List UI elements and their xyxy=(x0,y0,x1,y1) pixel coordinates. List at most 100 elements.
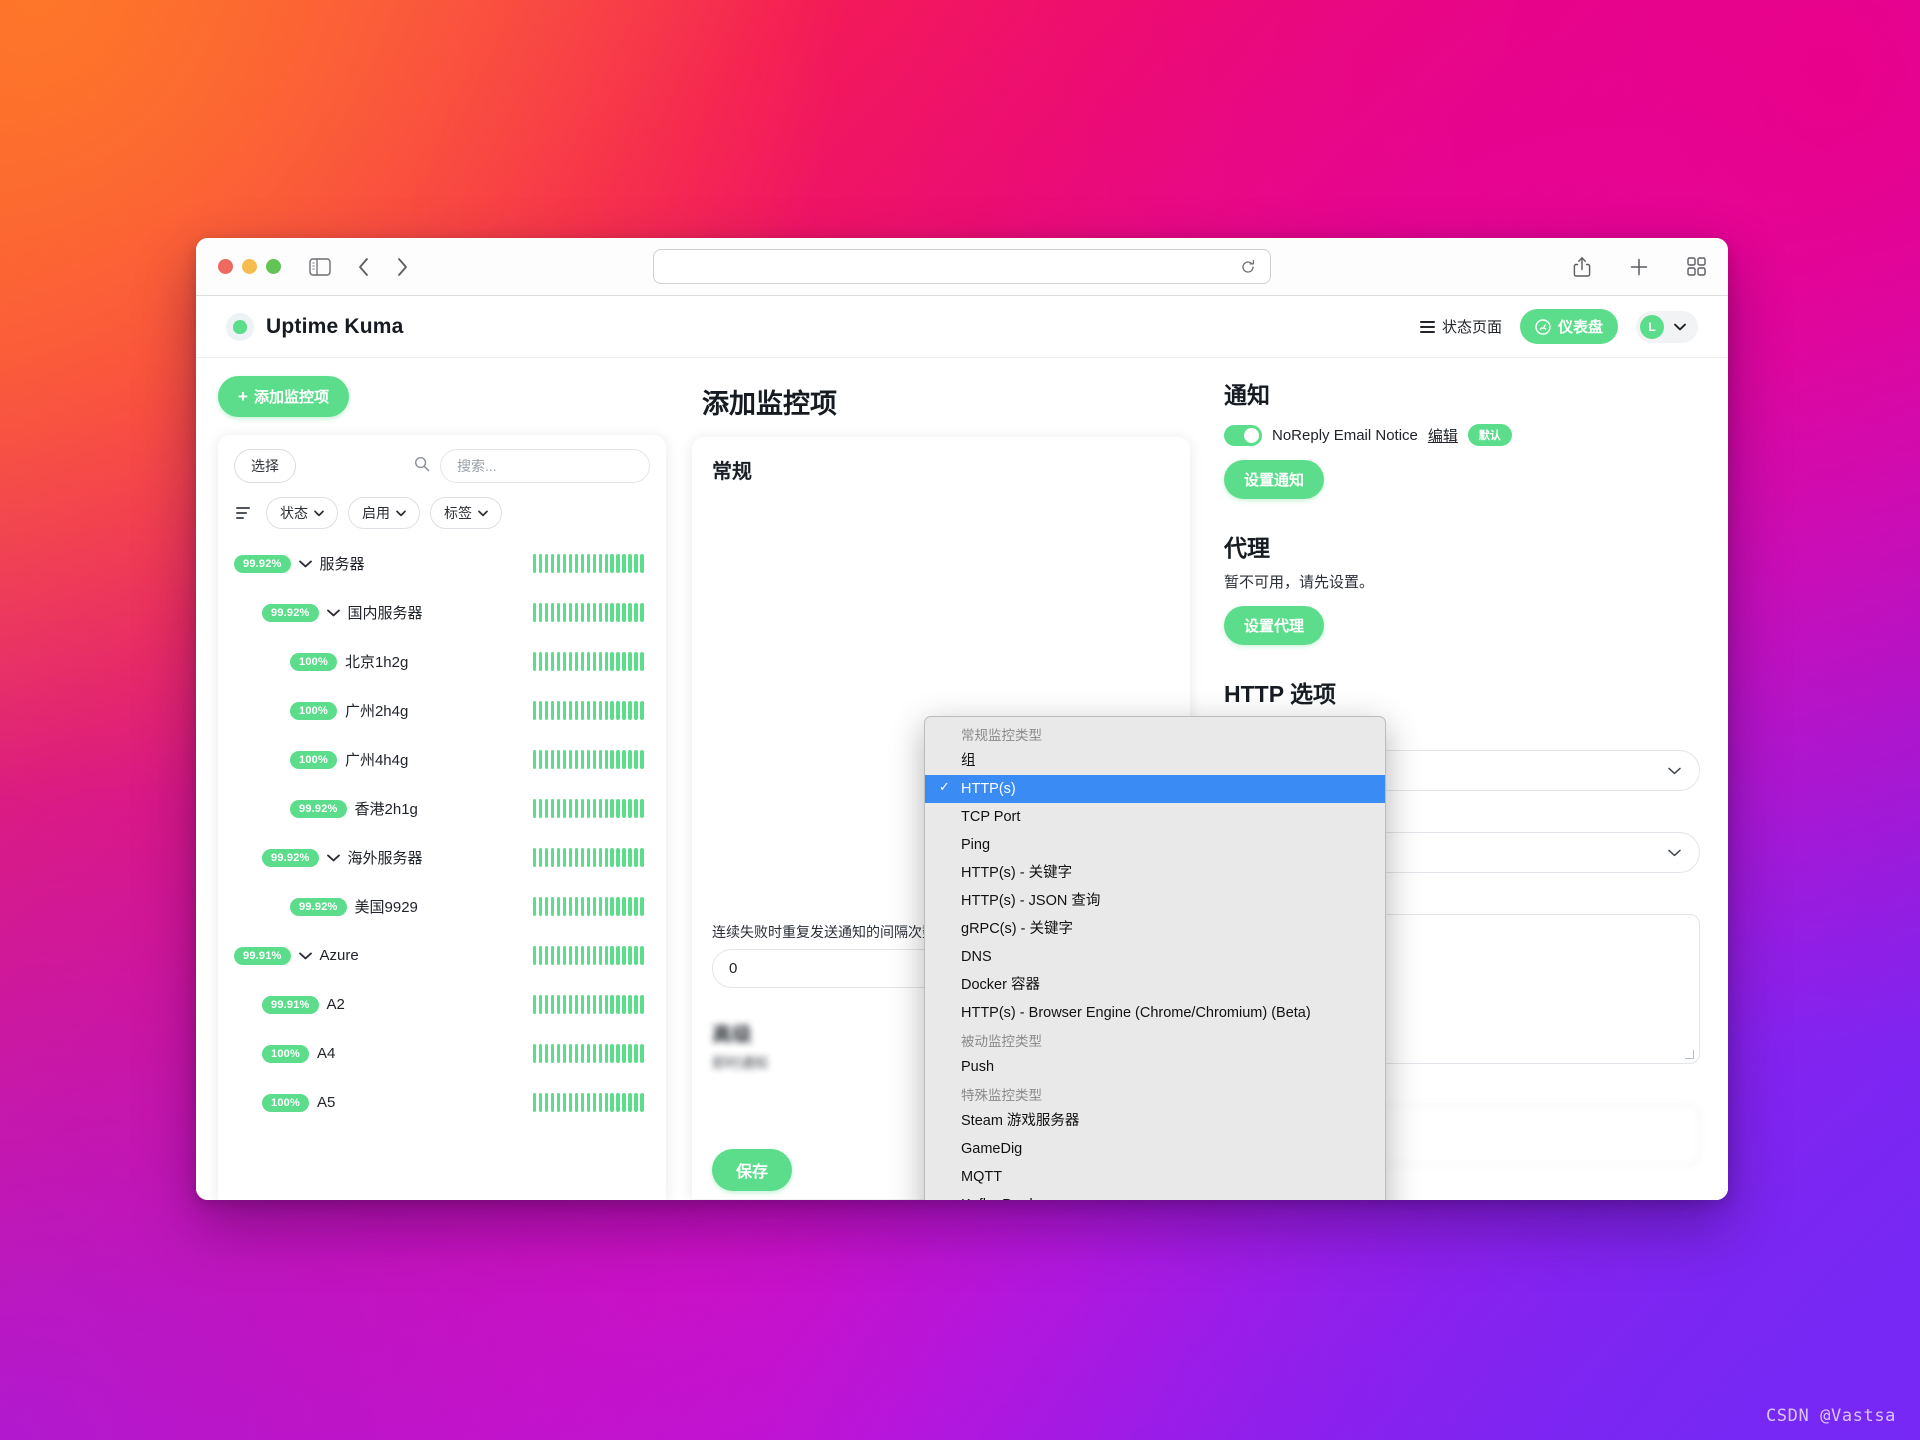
uptime-badge: 99.92% xyxy=(262,849,319,867)
dropdown-option[interactable]: HTTP(s) - Browser Engine (Chrome/Chromiu… xyxy=(925,999,1385,1027)
dropdown-option[interactable]: HTTP(s) - JSON 查询 xyxy=(925,887,1385,915)
monitor-name: Azure xyxy=(320,947,359,964)
share-icon[interactable] xyxy=(1573,256,1591,278)
forward-arrow-icon[interactable] xyxy=(396,257,409,277)
minimize-window-button[interactable] xyxy=(242,259,257,274)
monitor-list-item[interactable]: 99.92%美国9929 xyxy=(234,882,650,931)
dropdown-option[interactable]: Steam 游戏服务器 xyxy=(925,1107,1385,1135)
monitor-name: 海外服务器 xyxy=(348,847,423,868)
heartbeat-bar xyxy=(533,652,644,671)
back-arrow-icon[interactable] xyxy=(357,257,370,277)
save-button[interactable]: 保存 xyxy=(712,1149,792,1191)
chevron-down-icon[interactable] xyxy=(327,605,340,620)
dropdown-option-label: HTTP(s) xyxy=(961,781,1016,797)
dropdown-option-label: Kafka Producer xyxy=(961,1197,1061,1200)
dropdown-option[interactable]: TCP Port xyxy=(925,803,1385,831)
add-monitor-label: 添加监控项 xyxy=(254,386,329,407)
dropdown-option-label: Steam 游戏服务器 xyxy=(961,1113,1079,1129)
proxy-title: 代理 xyxy=(1224,529,1700,563)
monitor-list-item[interactable]: 100%A5 xyxy=(234,1078,650,1127)
monitor-name: 美国9929 xyxy=(355,896,418,917)
monitor-name: 香港2h1g xyxy=(355,798,418,819)
heartbeat-bar xyxy=(533,848,644,867)
dropdown-option[interactable]: gRPC(s) - 关键字 xyxy=(925,915,1385,943)
monitor-list-item[interactable]: 99.91%Azure xyxy=(234,931,650,980)
dropdown-option-label: Ping xyxy=(961,837,990,853)
filter-active[interactable]: 启用 xyxy=(348,497,420,529)
filter-status-label: 状态 xyxy=(280,503,308,523)
heartbeat-bar xyxy=(533,799,644,818)
dropdown-option[interactable]: DNS xyxy=(925,943,1385,971)
dropdown-option[interactable]: GameDig xyxy=(925,1135,1385,1163)
resize-handle[interactable] xyxy=(1685,1050,1694,1059)
dropdown-option[interactable]: ✓HTTP(s) xyxy=(925,775,1385,803)
dropdown-option[interactable]: Kafka Producer xyxy=(925,1191,1385,1200)
nav-status-page-label: 状态页面 xyxy=(1442,316,1502,337)
chevron-down-icon[interactable] xyxy=(299,948,312,963)
uptime-badge: 100% xyxy=(290,702,337,720)
close-window-button[interactable] xyxy=(218,259,233,274)
window-controls[interactable] xyxy=(218,259,281,274)
list-icon xyxy=(1420,321,1435,333)
setup-notification-button[interactable]: 设置通知 xyxy=(1224,460,1324,499)
reload-icon[interactable] xyxy=(1240,259,1256,275)
monitor-list-item[interactable]: 100%A4 xyxy=(234,1029,650,1078)
chevron-down-icon[interactable] xyxy=(327,850,340,865)
nav-dashboard[interactable]: 仪表盘 xyxy=(1520,309,1618,344)
notification-toggle[interactable] xyxy=(1224,425,1262,446)
monitor-name: 北京1h2g xyxy=(345,651,408,672)
dropdown-option[interactable]: Ping xyxy=(925,831,1385,859)
http-options-title: HTTP 选项 xyxy=(1224,675,1700,709)
monitor-list-item[interactable]: 99.92% 海外服务器 xyxy=(234,833,650,882)
address-bar[interactable] xyxy=(653,249,1271,284)
tab-overview-icon[interactable] xyxy=(1687,257,1706,276)
filter-tags[interactable]: 标签 xyxy=(430,497,502,529)
uptime-badge: 99.91% xyxy=(262,996,319,1014)
add-monitor-button[interactable]: + 添加监控项 xyxy=(218,376,349,417)
plus-icon[interactable] xyxy=(1629,257,1649,277)
maximize-window-button[interactable] xyxy=(266,259,281,274)
app-header: Uptime Kuma 状态页面 仪表盘 L xyxy=(196,296,1728,358)
chevron-down-icon xyxy=(1674,323,1686,331)
monitor-list-item[interactable]: 100%北京1h2g xyxy=(234,637,650,686)
monitor-list-item[interactable]: 99.92%国内服务器 xyxy=(234,588,650,637)
monitor-list-item[interactable]: 99.92%服务器 xyxy=(234,539,650,588)
dropdown-option[interactable]: 组 xyxy=(925,747,1385,775)
browser-window: Uptime Kuma 状态页面 仪表盘 L xyxy=(196,238,1728,1200)
notification-edit-link[interactable]: 编辑 xyxy=(1428,425,1458,446)
nav-status-page[interactable]: 状态页面 xyxy=(1420,316,1502,337)
dropdown-option[interactable]: Push xyxy=(925,1053,1385,1081)
filter-tags-label: 标签 xyxy=(444,503,472,523)
monitor-name: 服务器 xyxy=(320,553,365,574)
select-button[interactable]: 选择 xyxy=(234,449,296,483)
uptime-badge: 100% xyxy=(290,751,337,769)
filter-status[interactable]: 状态 xyxy=(266,497,338,529)
dropdown-option[interactable]: MQTT xyxy=(925,1163,1385,1191)
monitor-type-dropdown[interactable]: 常规监控类型组✓HTTP(s)TCP PortPingHTTP(s) - 关键字… xyxy=(924,716,1386,1200)
dropdown-option-label: MQTT xyxy=(961,1169,1002,1185)
heartbeat-bar xyxy=(533,603,644,622)
dropdown-option[interactable]: HTTP(s) - 关键字 xyxy=(925,859,1385,887)
sort-icon[interactable] xyxy=(234,507,256,519)
dropdown-option[interactable]: Docker 容器 xyxy=(925,971,1385,999)
setup-proxy-button[interactable]: 设置代理 xyxy=(1224,606,1324,645)
chevron-down-icon xyxy=(478,510,488,517)
monitor-list-item[interactable]: 100% 广州2h4g xyxy=(234,686,650,735)
chevron-down-icon[interactable] xyxy=(299,556,312,571)
sidebar-toggle-icon[interactable] xyxy=(309,258,331,276)
filter-active-label: 启用 xyxy=(362,503,390,523)
search-input[interactable] xyxy=(440,449,650,483)
dropdown-option-label: Docker 容器 xyxy=(961,977,1040,993)
gauge-icon xyxy=(1535,319,1551,335)
page-title: 添加监控项 xyxy=(702,382,1190,421)
proxy-hint: 暂不可用，请先设置。 xyxy=(1224,571,1700,592)
dropdown-option-label: GameDig xyxy=(961,1141,1022,1157)
user-menu[interactable]: L xyxy=(1636,311,1698,343)
brand[interactable]: Uptime Kuma xyxy=(226,313,404,341)
uptime-badge: 99.92% xyxy=(262,604,319,622)
monitor-name: 广州2h4g xyxy=(345,700,408,721)
monitor-list-item[interactable]: 99.92%香港2h1g xyxy=(234,784,650,833)
monitor-list-item[interactable]: 99.91%A2 xyxy=(234,980,650,1029)
monitor-name: A4 xyxy=(317,1045,335,1062)
monitor-list-item[interactable]: 100%广州4h4g xyxy=(234,735,650,784)
